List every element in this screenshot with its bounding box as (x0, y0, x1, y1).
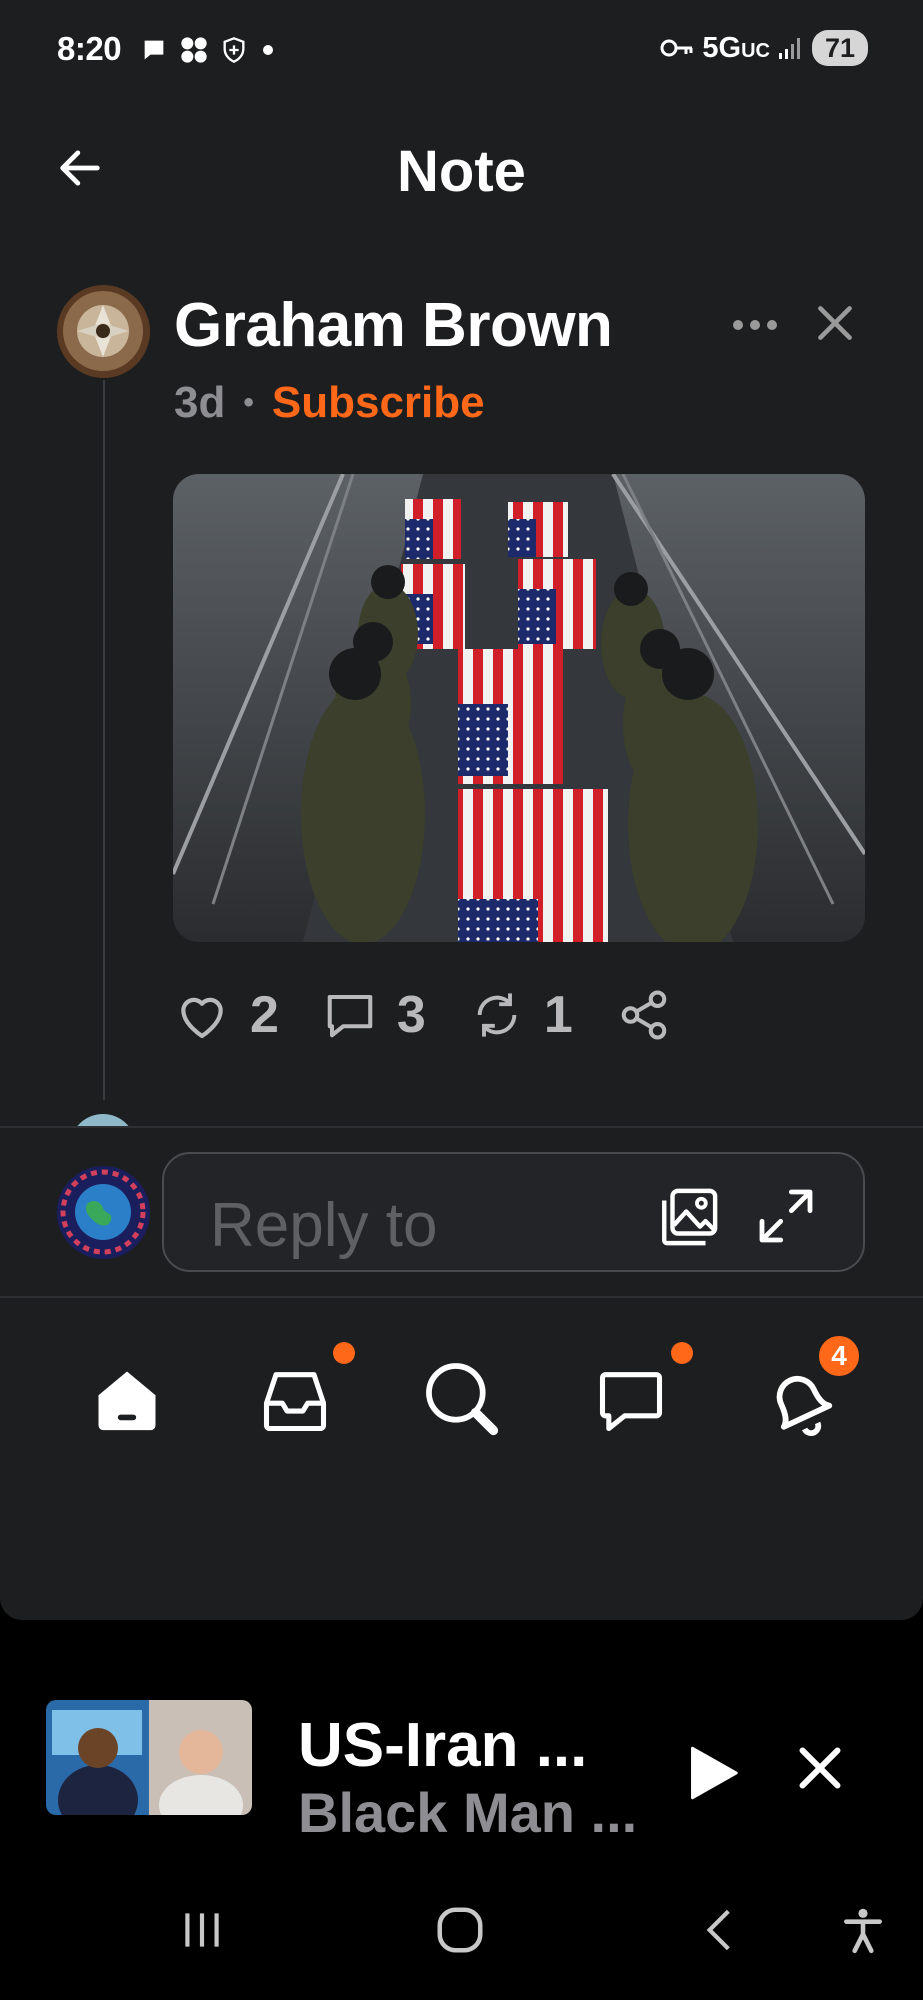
restack-button[interactable]: 1 (470, 985, 573, 1045)
meta-separator: • (243, 386, 254, 419)
status-bar: 8:20 5GUC 71 (0, 0, 923, 100)
chat-bubble-icon (144, 40, 164, 60)
thread-line (103, 380, 105, 1100)
share-button[interactable] (617, 988, 671, 1042)
play-button[interactable] (675, 1738, 745, 1808)
expand-button[interactable] (754, 1184, 818, 1248)
battery-indicator: 71 (812, 30, 868, 66)
shield-icon (223, 37, 245, 63)
more-dot-icon (767, 320, 777, 330)
vpn-key-icon (660, 39, 693, 57)
play-icon (691, 1746, 738, 1800)
search-icon (426, 1363, 499, 1436)
home-circle-icon (437, 1907, 483, 1953)
more-dot-icon (750, 320, 760, 330)
recent-apps-icon (185, 1913, 219, 1947)
comment-button[interactable]: 3 (323, 985, 426, 1045)
mini-player[interactable]: US-Iran ... Black Man ... (0, 1650, 923, 1844)
dismiss-post-button[interactable] (810, 298, 860, 348)
home-system-button[interactable] (425, 1900, 495, 1960)
status-time: 8:20 (57, 30, 122, 67)
player-thumbnail[interactable] (46, 1700, 252, 1815)
divider (0, 1296, 923, 1298)
bottom-navigation: 4 (0, 1300, 923, 1440)
nav-chat[interactable] (581, 1342, 693, 1450)
page-header: Note (0, 120, 923, 220)
home-icon (98, 1371, 156, 1431)
post-image[interactable] (173, 474, 865, 942)
status-right: 5GUC 71 (660, 30, 868, 66)
signal-icon (779, 38, 800, 59)
restack-icon (477, 993, 517, 1037)
reply-input[interactable]: Reply to (162, 1152, 865, 1272)
chevron-left-icon (706, 1909, 730, 1951)
author-name[interactable]: Graham Brown (174, 290, 613, 361)
expand-icon (759, 1189, 813, 1243)
system-navigation-bar (0, 1890, 923, 1970)
inbox-unread-dot (333, 1342, 355, 1364)
post-actions: 2 3 1 (174, 980, 715, 1050)
apps-icon (181, 37, 207, 63)
comment-count: 3 (396, 986, 426, 1044)
share-icon (621, 990, 667, 1040)
restack-count: 1 (543, 986, 573, 1044)
close-player-button[interactable] (790, 1738, 850, 1798)
nav-search[interactable] (413, 1350, 513, 1450)
nav-activity[interactable]: 4 (749, 1332, 863, 1450)
player-title: US-Iran ... (298, 1711, 588, 1780)
chat-icon (599, 1372, 663, 1432)
nav-home[interactable] (77, 1350, 177, 1450)
comment-icon (327, 994, 373, 1038)
close-icon (799, 1747, 841, 1789)
activity-badge: 4 (815, 1332, 863, 1380)
post-meta: 3d • Subscribe (174, 378, 485, 428)
more-options-button[interactable] (730, 305, 780, 345)
close-icon (818, 306, 852, 340)
back-system-button[interactable] (685, 1900, 755, 1960)
inbox-icon (263, 1372, 327, 1432)
like-button[interactable]: 2 (174, 985, 279, 1045)
like-count: 2 (250, 986, 279, 1044)
post-age: 3d (174, 378, 226, 427)
player-subtitle: Black Man ... (298, 1781, 638, 1844)
status-notification-icons (140, 34, 278, 66)
chat-unread-dot (671, 1342, 693, 1364)
user-avatar[interactable] (57, 1166, 150, 1259)
accessibility-button[interactable] (828, 1900, 898, 1960)
recent-apps-button[interactable] (167, 1900, 237, 1960)
attach-image-button[interactable] (656, 1184, 722, 1250)
subscribe-link[interactable]: Subscribe (272, 378, 485, 428)
nav-inbox[interactable] (245, 1342, 355, 1450)
accessibility-icon (844, 1908, 882, 1954)
reply-placeholder: Reply to (210, 1191, 438, 1260)
app-screen: 8:20 5GUC 71 Note Graham Brown 3d • Subs… (0, 0, 923, 1620)
heart-icon (181, 997, 223, 1039)
author-avatar[interactable] (57, 285, 150, 378)
network-type: 5GUC (702, 31, 770, 64)
flag-draped-caskets-photo (173, 474, 865, 942)
page-title: Note (397, 139, 526, 204)
more-dot-icon (733, 320, 743, 330)
reply-bar: Reply to (0, 1128, 923, 1298)
dot-icon (263, 45, 273, 55)
image-icon (662, 1188, 718, 1246)
